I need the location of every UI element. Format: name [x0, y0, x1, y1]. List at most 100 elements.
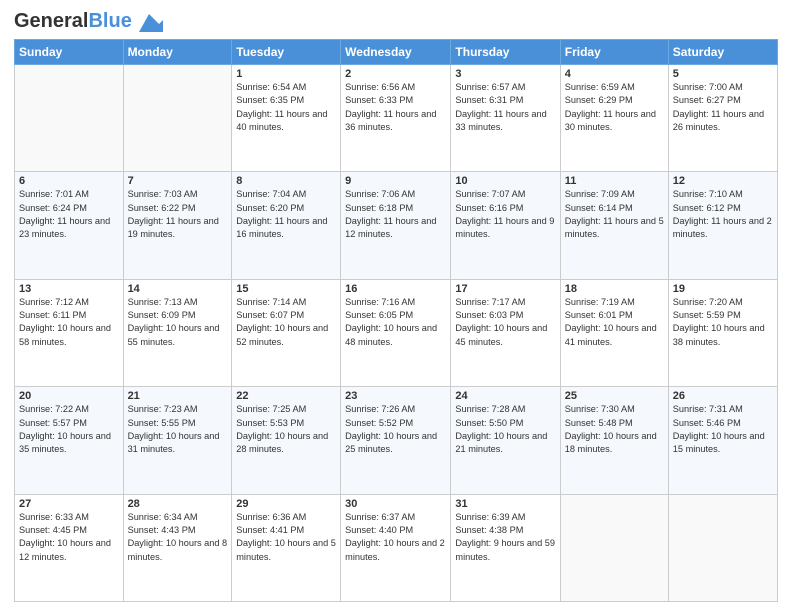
calendar-week-row: 27Sunrise: 6:33 AM Sunset: 4:45 PM Dayli…: [15, 494, 778, 601]
day-number: 7: [128, 175, 228, 187]
day-number: 1: [236, 68, 336, 80]
calendar-cell: 3Sunrise: 6:57 AM Sunset: 6:31 PM Daylig…: [451, 65, 560, 172]
day-number: 29: [236, 498, 336, 510]
weekday-header-row: SundayMondayTuesdayWednesdayThursdayFrid…: [15, 40, 778, 65]
day-info: Sunrise: 7:06 AM Sunset: 6:18 PM Dayligh…: [345, 188, 446, 241]
day-info: Sunrise: 6:34 AM Sunset: 4:43 PM Dayligh…: [128, 511, 228, 564]
day-number: 2: [345, 68, 446, 80]
day-info: Sunrise: 7:12 AM Sunset: 6:11 PM Dayligh…: [19, 296, 119, 349]
calendar-cell: 2Sunrise: 6:56 AM Sunset: 6:33 PM Daylig…: [341, 65, 451, 172]
calendar-cell: 14Sunrise: 7:13 AM Sunset: 6:09 PM Dayli…: [123, 279, 232, 386]
calendar-cell: 30Sunrise: 6:37 AM Sunset: 4:40 PM Dayli…: [341, 494, 451, 601]
calendar-cell: 4Sunrise: 6:59 AM Sunset: 6:29 PM Daylig…: [560, 65, 668, 172]
calendar-cell: [123, 65, 232, 172]
calendar-cell: 6Sunrise: 7:01 AM Sunset: 6:24 PM Daylig…: [15, 172, 124, 279]
day-info: Sunrise: 6:39 AM Sunset: 4:38 PM Dayligh…: [455, 511, 555, 564]
calendar-cell: 31Sunrise: 6:39 AM Sunset: 4:38 PM Dayli…: [451, 494, 560, 601]
day-number: 12: [673, 175, 773, 187]
calendar-cell: 13Sunrise: 7:12 AM Sunset: 6:11 PM Dayli…: [15, 279, 124, 386]
calendar-cell: 26Sunrise: 7:31 AM Sunset: 5:46 PM Dayli…: [668, 387, 777, 494]
day-info: Sunrise: 7:17 AM Sunset: 6:03 PM Dayligh…: [455, 296, 555, 349]
day-number: 23: [345, 390, 446, 402]
day-number: 6: [19, 175, 119, 187]
day-info: Sunrise: 7:20 AM Sunset: 5:59 PM Dayligh…: [673, 296, 773, 349]
day-number: 11: [565, 175, 664, 187]
day-number: 13: [19, 283, 119, 295]
calendar-cell: 23Sunrise: 7:26 AM Sunset: 5:52 PM Dayli…: [341, 387, 451, 494]
weekday-header: Friday: [560, 40, 668, 65]
day-number: 3: [455, 68, 555, 80]
calendar-cell: 11Sunrise: 7:09 AM Sunset: 6:14 PM Dayli…: [560, 172, 668, 279]
header: GeneralBlue: [14, 10, 778, 33]
day-info: Sunrise: 7:28 AM Sunset: 5:50 PM Dayligh…: [455, 403, 555, 456]
weekday-header: Thursday: [451, 40, 560, 65]
weekday-header: Wednesday: [341, 40, 451, 65]
calendar-cell: 28Sunrise: 6:34 AM Sunset: 4:43 PM Dayli…: [123, 494, 232, 601]
calendar-cell: [15, 65, 124, 172]
day-info: Sunrise: 7:16 AM Sunset: 6:05 PM Dayligh…: [345, 296, 446, 349]
day-info: Sunrise: 7:31 AM Sunset: 5:46 PM Dayligh…: [673, 403, 773, 456]
day-number: 22: [236, 390, 336, 402]
calendar-cell: 17Sunrise: 7:17 AM Sunset: 6:03 PM Dayli…: [451, 279, 560, 386]
calendar-cell: 9Sunrise: 7:06 AM Sunset: 6:18 PM Daylig…: [341, 172, 451, 279]
day-number: 24: [455, 390, 555, 402]
day-info: Sunrise: 6:56 AM Sunset: 6:33 PM Dayligh…: [345, 81, 446, 134]
day-info: Sunrise: 7:19 AM Sunset: 6:01 PM Dayligh…: [565, 296, 664, 349]
calendar-week-row: 6Sunrise: 7:01 AM Sunset: 6:24 PM Daylig…: [15, 172, 778, 279]
logo-text: GeneralBlue: [14, 10, 132, 33]
calendar: SundayMondayTuesdayWednesdayThursdayFrid…: [14, 39, 778, 602]
calendar-week-row: 20Sunrise: 7:22 AM Sunset: 5:57 PM Dayli…: [15, 387, 778, 494]
day-number: 10: [455, 175, 555, 187]
day-info: Sunrise: 6:57 AM Sunset: 6:31 PM Dayligh…: [455, 81, 555, 134]
day-info: Sunrise: 7:09 AM Sunset: 6:14 PM Dayligh…: [565, 188, 664, 241]
calendar-cell: 24Sunrise: 7:28 AM Sunset: 5:50 PM Dayli…: [451, 387, 560, 494]
day-info: Sunrise: 7:14 AM Sunset: 6:07 PM Dayligh…: [236, 296, 336, 349]
calendar-cell: 5Sunrise: 7:00 AM Sunset: 6:27 PM Daylig…: [668, 65, 777, 172]
calendar-cell: 16Sunrise: 7:16 AM Sunset: 6:05 PM Dayli…: [341, 279, 451, 386]
day-info: Sunrise: 7:04 AM Sunset: 6:20 PM Dayligh…: [236, 188, 336, 241]
day-info: Sunrise: 6:36 AM Sunset: 4:41 PM Dayligh…: [236, 511, 336, 564]
day-number: 25: [565, 390, 664, 402]
day-number: 18: [565, 283, 664, 295]
day-info: Sunrise: 7:00 AM Sunset: 6:27 PM Dayligh…: [673, 81, 773, 134]
calendar-cell: 27Sunrise: 6:33 AM Sunset: 4:45 PM Dayli…: [15, 494, 124, 601]
calendar-cell: 15Sunrise: 7:14 AM Sunset: 6:07 PM Dayli…: [232, 279, 341, 386]
weekday-header: Tuesday: [232, 40, 341, 65]
day-number: 31: [455, 498, 555, 510]
weekday-header: Saturday: [668, 40, 777, 65]
day-number: 21: [128, 390, 228, 402]
calendar-cell: 25Sunrise: 7:30 AM Sunset: 5:48 PM Dayli…: [560, 387, 668, 494]
calendar-week-row: 1Sunrise: 6:54 AM Sunset: 6:35 PM Daylig…: [15, 65, 778, 172]
day-number: 9: [345, 175, 446, 187]
day-info: Sunrise: 7:13 AM Sunset: 6:09 PM Dayligh…: [128, 296, 228, 349]
day-number: 26: [673, 390, 773, 402]
day-info: Sunrise: 7:10 AM Sunset: 6:12 PM Dayligh…: [673, 188, 773, 241]
weekday-header: Monday: [123, 40, 232, 65]
calendar-cell: 19Sunrise: 7:20 AM Sunset: 5:59 PM Dayli…: [668, 279, 777, 386]
day-number: 4: [565, 68, 664, 80]
day-number: 8: [236, 175, 336, 187]
day-info: Sunrise: 7:25 AM Sunset: 5:53 PM Dayligh…: [236, 403, 336, 456]
day-number: 28: [128, 498, 228, 510]
day-number: 14: [128, 283, 228, 295]
calendar-cell: 20Sunrise: 7:22 AM Sunset: 5:57 PM Dayli…: [15, 387, 124, 494]
calendar-cell: [668, 494, 777, 601]
calendar-cell: 22Sunrise: 7:25 AM Sunset: 5:53 PM Dayli…: [232, 387, 341, 494]
calendar-cell: 29Sunrise: 6:36 AM Sunset: 4:41 PM Dayli…: [232, 494, 341, 601]
day-number: 15: [236, 283, 336, 295]
calendar-cell: 8Sunrise: 7:04 AM Sunset: 6:20 PM Daylig…: [232, 172, 341, 279]
calendar-cell: 1Sunrise: 6:54 AM Sunset: 6:35 PM Daylig…: [232, 65, 341, 172]
day-info: Sunrise: 7:30 AM Sunset: 5:48 PM Dayligh…: [565, 403, 664, 456]
day-info: Sunrise: 6:33 AM Sunset: 4:45 PM Dayligh…: [19, 511, 119, 564]
day-info: Sunrise: 6:59 AM Sunset: 6:29 PM Dayligh…: [565, 81, 664, 134]
day-number: 5: [673, 68, 773, 80]
day-info: Sunrise: 7:03 AM Sunset: 6:22 PM Dayligh…: [128, 188, 228, 241]
page: GeneralBlue SundayMondayTuesdayWednesday…: [0, 0, 792, 612]
weekday-header: Sunday: [15, 40, 124, 65]
day-number: 30: [345, 498, 446, 510]
logo-icon: [135, 14, 163, 32]
calendar-cell: 12Sunrise: 7:10 AM Sunset: 6:12 PM Dayli…: [668, 172, 777, 279]
calendar-cell: 7Sunrise: 7:03 AM Sunset: 6:22 PM Daylig…: [123, 172, 232, 279]
day-info: Sunrise: 6:54 AM Sunset: 6:35 PM Dayligh…: [236, 81, 336, 134]
calendar-cell: 21Sunrise: 7:23 AM Sunset: 5:55 PM Dayli…: [123, 387, 232, 494]
